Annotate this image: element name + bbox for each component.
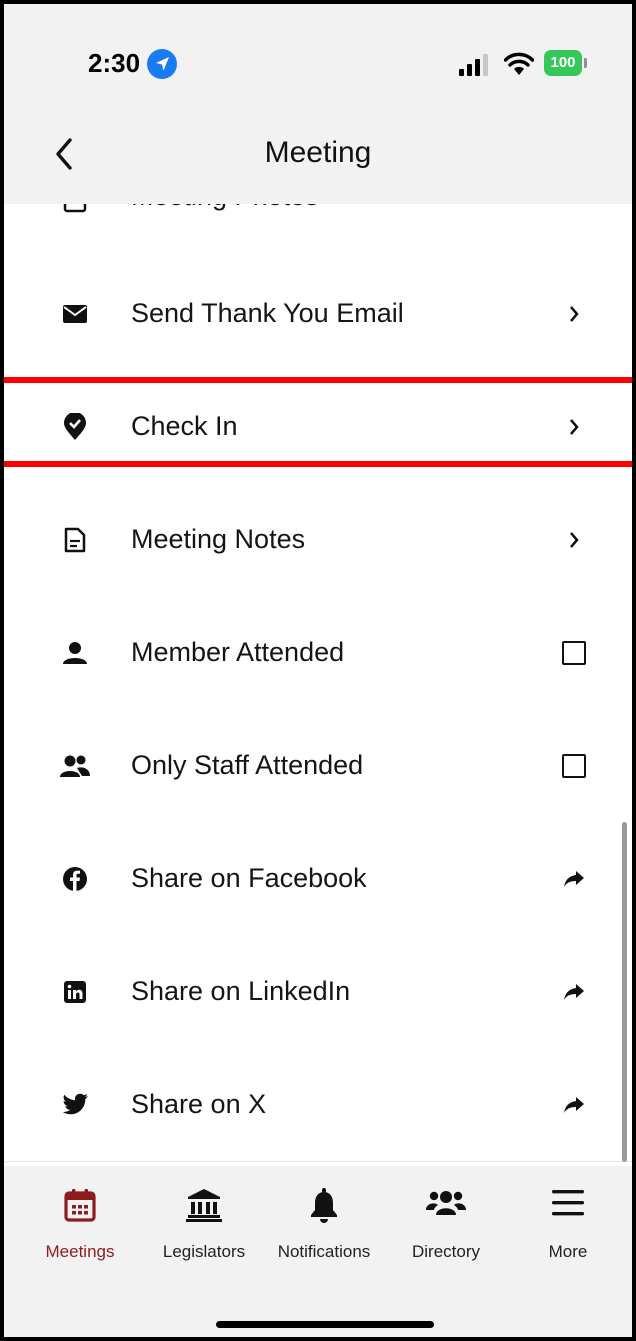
- person-icon: [58, 596, 92, 709]
- battery-nub: [584, 58, 587, 68]
- status-time: 2:30: [88, 48, 141, 78]
- list-item-label: Member Attended: [131, 637, 345, 667]
- chevron-right-icon: [556, 483, 592, 596]
- only-staff-attended-checkbox[interactable]: [556, 709, 592, 822]
- people-icon: [58, 709, 92, 822]
- location-arrow-icon: [147, 49, 177, 79]
- list-item-only-staff-attended[interactable]: Only Staff Attended: [4, 709, 632, 823]
- tab-notifications[interactable]: Notifications: [262, 1166, 386, 1286]
- list-item-share-facebook[interactable]: Share on Facebook: [4, 822, 632, 936]
- list-item-send-thank-you-email[interactable]: Send Thank You Email: [4, 257, 632, 371]
- tab-bar: Meetings Legislators Notifications Direc…: [4, 1166, 632, 1337]
- document-icon: [58, 483, 92, 596]
- list-item-meeting-notes[interactable]: Meeting Notes: [4, 483, 632, 597]
- tab-meetings[interactable]: Meetings: [18, 1166, 142, 1286]
- cellular-signal-icon: [459, 54, 488, 76]
- battery-indicator: 100: [544, 50, 582, 76]
- twitter-icon: [58, 1048, 92, 1161]
- home-indicator[interactable]: [216, 1321, 434, 1328]
- share-arrow-icon: [556, 935, 592, 1048]
- member-attended-checkbox[interactable]: [556, 596, 592, 709]
- tab-label: More: [548, 1242, 588, 1261]
- scrollbar[interactable]: [622, 822, 627, 1162]
- list-item-label: Share on LinkedIn: [131, 976, 351, 1006]
- share-arrow-icon: [556, 1048, 592, 1161]
- share-arrow-icon: [556, 822, 592, 935]
- wifi-icon: [504, 52, 534, 75]
- highlight-line-top: [4, 377, 632, 383]
- calendar-icon: [64, 1189, 96, 1222]
- tab-label: Directory: [411, 1242, 480, 1261]
- envelope-icon: [58, 257, 92, 370]
- list-item-label: Only Staff Attended: [131, 750, 364, 780]
- checkbox-icon: [562, 753, 586, 778]
- users-icon: [426, 1191, 466, 1215]
- list-item-label: Send Thank You Email: [131, 298, 404, 328]
- institution-icon: [186, 1189, 222, 1222]
- list-item-label: Share on Facebook: [131, 863, 367, 893]
- tab-directory[interactable]: Directory: [384, 1166, 508, 1286]
- facebook-icon: [58, 822, 92, 935]
- list-item-label: Share on X: [131, 1089, 267, 1119]
- highlight-line-bottom: [4, 461, 632, 467]
- linkedin-icon: [58, 935, 92, 1048]
- tab-legislators[interactable]: Legislators: [142, 1166, 266, 1286]
- tab-more[interactable]: More: [506, 1166, 630, 1286]
- bell-icon: [311, 1188, 337, 1223]
- list-item-share-x[interactable]: Share on X: [4, 1048, 632, 1162]
- tab-label: Meetings: [45, 1242, 115, 1261]
- checkbox-icon: [562, 640, 586, 665]
- chevron-right-icon: [556, 257, 592, 370]
- list-item-label: Meeting Notes: [131, 524, 306, 554]
- list-item-share-linkedin[interactable]: Share on LinkedIn: [4, 935, 632, 1049]
- phone-screen: Meeting Photos Send Thank You Email Chec…: [0, 0, 636, 1341]
- page-title: Meeting: [264, 136, 372, 169]
- tab-label: Notifications: [277, 1242, 371, 1261]
- list-item-member-attended[interactable]: Member Attended: [4, 596, 632, 710]
- navigation-header: 2:30 100 Meeting: [4, 4, 632, 204]
- menu-icon: [552, 1190, 584, 1216]
- tab-label: Legislators: [162, 1242, 246, 1261]
